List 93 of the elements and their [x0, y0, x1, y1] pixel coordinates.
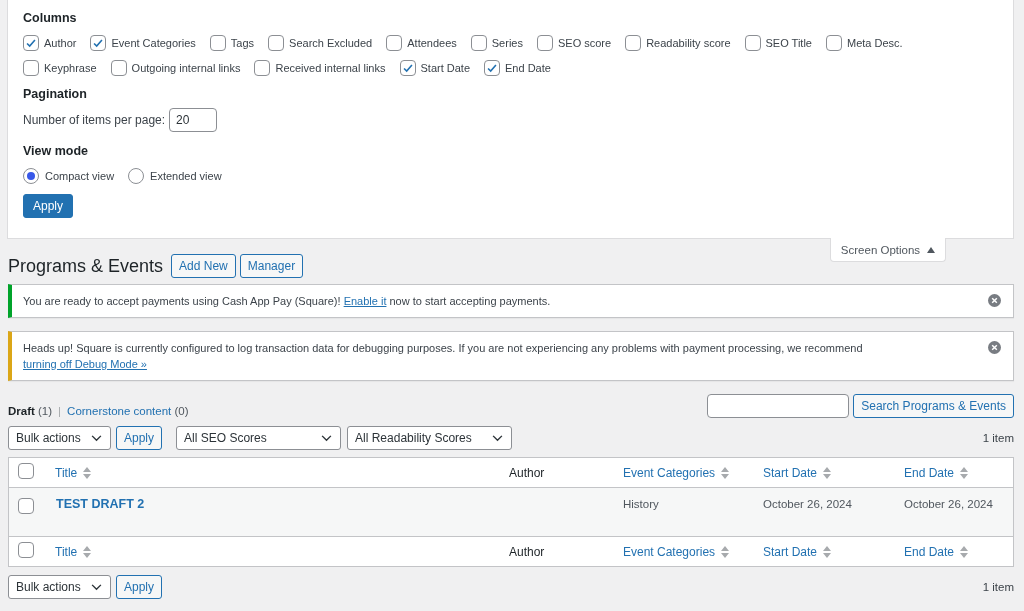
dropdown[interactable]: All Readability Scores	[347, 426, 513, 450]
notice-link[interactable]: Enable it	[343, 295, 387, 307]
separator: |	[58, 405, 62, 417]
checkbox[interactable]	[23, 35, 39, 51]
dropdown[interactable]: All SEO Scores	[176, 426, 342, 450]
notice-link[interactable]: turning off Debug Mode »	[23, 358, 147, 370]
sort-arrows-icon	[83, 466, 92, 479]
checkbox[interactable]	[536, 35, 553, 51]
field-label: Number of items per page:	[23, 113, 166, 127]
triangle-up-icon	[927, 246, 936, 253]
table-cell: History	[623, 498, 659, 510]
checkbox-label: Attendees	[407, 37, 457, 49]
dropdown[interactable]: Bulk actions	[8, 426, 111, 450]
section-heading: Columns	[23, 11, 78, 25]
column-header-link[interactable]: Event Categories	[623, 465, 730, 480]
chevron-down-icon	[492, 434, 504, 442]
view-filter-link[interactable]: Cornerstone content (0)	[67, 405, 189, 417]
post-title-link[interactable]: TEST DRAFT 2	[56, 497, 145, 511]
checkbox-label: Start Date	[420, 62, 471, 74]
section-heading: Pagination	[23, 87, 88, 101]
column-header-link[interactable]: Title	[55, 465, 92, 480]
checkbox[interactable]	[209, 35, 226, 51]
checkbox[interactable]	[254, 60, 271, 76]
checkbox-label: Keyphrase	[44, 62, 97, 74]
checkbox-label: Tags	[230, 37, 255, 49]
chevron-down-icon	[91, 583, 102, 591]
column-header: Author	[509, 544, 545, 559]
header-button[interactable]: Add New	[171, 254, 236, 278]
sort-arrows-icon	[823, 466, 832, 479]
checkbox-label: Meta Desc.	[847, 37, 903, 49]
checkbox-label: Search Excluded	[289, 37, 373, 49]
checkbox[interactable]	[18, 542, 34, 558]
checkbox-label: End Date	[505, 62, 551, 74]
radio-button[interactable]	[128, 168, 145, 184]
checkbox[interactable]	[484, 60, 501, 76]
checkbox-label: Received internal links	[275, 62, 386, 74]
search-button[interactable]: Search Programs & Events	[853, 394, 1014, 418]
column-header-link[interactable]: End Date	[904, 465, 969, 480]
checkbox[interactable]	[826, 35, 842, 51]
apply-button[interactable]: Apply	[116, 426, 163, 450]
radio-label: Compact view	[45, 170, 115, 182]
table-cell: October 26, 2024	[763, 498, 852, 510]
checkbox[interactable]	[470, 35, 487, 51]
checkbox[interactable]	[90, 35, 107, 51]
checkbox[interactable]	[23, 60, 39, 76]
dropdown[interactable]: Bulk actions	[8, 575, 111, 599]
table-cell: October 26, 2024	[904, 498, 993, 510]
notice-message: Heads up! Square is currently configured to log transaction data for debugging purposes. If you are not experiencing any problems with payment processing, we recommend turning off Debug Mode »	[23, 341, 864, 372]
notice-message: You are ready to accept payments using Cash App Pay (Square)! Enable it now to start accepting payments.	[23, 294, 552, 309]
sort-arrows-icon	[83, 545, 92, 558]
checkbox[interactable]	[386, 35, 403, 51]
radio-label: Extended view	[150, 170, 222, 182]
page-title: Programs & Events	[8, 255, 164, 277]
close-icon[interactable]	[988, 294, 1001, 307]
item-count: 1 item	[982, 581, 1014, 593]
items-per-page-field[interactable]: 20	[169, 108, 218, 132]
search-field[interactable]	[707, 394, 850, 418]
screen-options-tab[interactable]: Screen Options	[830, 238, 946, 262]
header-button[interactable]: Manager	[239, 254, 304, 278]
checkbox[interactable]	[18, 498, 34, 514]
apply-button[interactable]: Apply	[23, 194, 74, 218]
column-header-link[interactable]: Start Date	[763, 465, 832, 480]
checkbox-label: Outgoing internal links	[131, 62, 241, 74]
column-header: Author	[509, 465, 545, 480]
checkbox-label: SEO score	[557, 37, 612, 49]
checkbox-label: SEO Title	[765, 37, 812, 49]
sort-arrows-icon	[960, 466, 969, 479]
checkbox-label: Readability score	[646, 37, 731, 49]
radio-button[interactable]	[23, 168, 39, 184]
chevron-down-icon	[321, 434, 333, 442]
sort-arrows-icon	[721, 545, 730, 558]
close-icon[interactable]	[988, 341, 1001, 354]
checkbox[interactable]	[18, 463, 34, 479]
checkbox[interactable]	[744, 35, 761, 51]
column-header-link[interactable]: Event Categories	[623, 544, 730, 559]
sort-arrows-icon	[823, 545, 832, 558]
sort-arrows-icon	[721, 466, 730, 479]
chevron-down-icon	[91, 434, 102, 442]
checkbox[interactable]	[110, 60, 127, 76]
view-filter-link[interactable]: Draft (1)	[8, 405, 53, 417]
checkbox[interactable]	[268, 35, 285, 51]
item-count: 1 item	[982, 432, 1014, 444]
checkbox-label: Event Categories	[111, 37, 196, 49]
column-header-link[interactable]: Start Date	[763, 544, 832, 559]
column-header-link[interactable]: End Date	[904, 544, 969, 559]
column-header-link[interactable]: Title	[55, 544, 92, 559]
apply-button[interactable]: Apply	[116, 575, 163, 599]
sort-arrows-icon	[960, 545, 969, 558]
checkbox-label: Series	[491, 37, 523, 49]
checkbox[interactable]	[399, 60, 416, 76]
checkbox-label: Author	[44, 37, 77, 49]
checkbox[interactable]	[625, 35, 642, 51]
section-heading: View mode	[23, 144, 90, 158]
